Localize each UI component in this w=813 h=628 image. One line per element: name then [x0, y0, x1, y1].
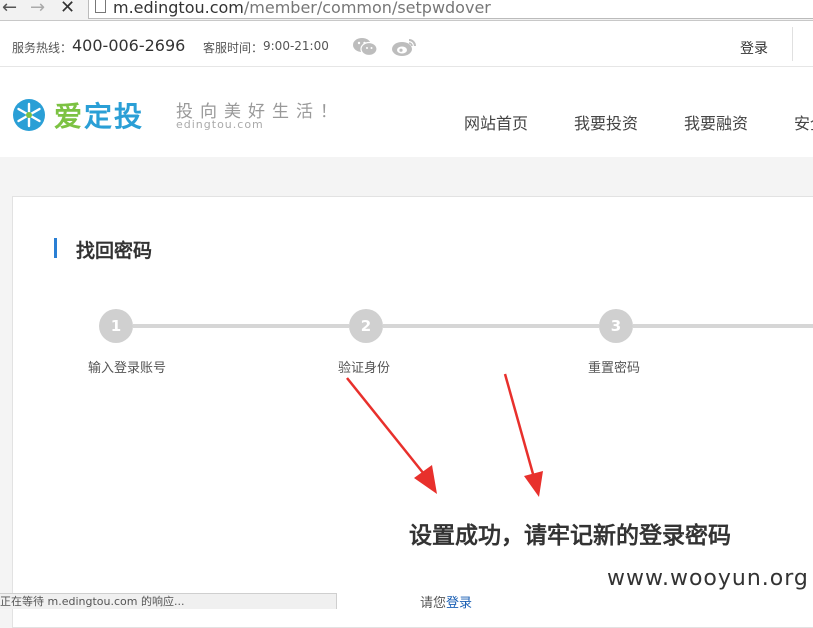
- logo-domain: edingtou.com: [176, 118, 264, 131]
- top-login-link[interactable]: 登录: [740, 38, 768, 58]
- logo-star-icon[interactable]: [12, 98, 46, 132]
- watermark: www.wooyun.org: [607, 566, 809, 591]
- url-path: /member/common/setpwdover: [243, 0, 491, 17]
- weibo-icon[interactable]: [391, 37, 417, 57]
- hotline-label: 服务热线：: [12, 41, 73, 55]
- forward-arrow-icon[interactable]: →: [30, 0, 45, 18]
- logo-wordmark-ai: 爱: [54, 100, 85, 133]
- logo-wordmark-rest: 定投: [84, 100, 145, 133]
- back-arrow-icon[interactable]: ←: [2, 0, 17, 18]
- address-bar[interactable]: m.edingtou.com/member/common/setpwdover: [88, 0, 813, 19]
- login-prompt-prefix: 请您: [420, 596, 447, 611]
- browser-toolbar: ← → ✕ m.edingtou.com/member/common/setpw…: [0, 0, 813, 21]
- hotline-number: 400-006-2696: [72, 36, 186, 55]
- service-hours-value: 9:00-21:00: [263, 39, 329, 53]
- wechat-icon[interactable]: [352, 37, 378, 57]
- site-header: 爱定投 投向美好生活！ edingtou.com 网站首页 我要投资 我要融资 …: [0, 67, 813, 157]
- topbar-divider: [792, 27, 793, 61]
- url-host: m.edingtou.com: [113, 0, 244, 17]
- title-accent-bar: [54, 238, 57, 258]
- nav-home[interactable]: 网站首页: [464, 110, 528, 134]
- step-3-label: 重置密码: [588, 361, 641, 376]
- step-connector-2: [383, 324, 599, 328]
- step-connector-3: [633, 324, 813, 328]
- step-3-circle: 3: [599, 309, 633, 343]
- browser-status-bar: 正在等待 m.edingtou.com 的响应...: [0, 593, 337, 609]
- address-url[interactable]: m.edingtou.com/member/common/setpwdover: [113, 0, 491, 17]
- nav-security[interactable]: 安全: [794, 110, 813, 134]
- success-message: 设置成功，请牢记新的登录密码: [409, 523, 731, 549]
- nav-invest[interactable]: 我要投资: [574, 110, 638, 134]
- top-info-bar: 服务热线： 400-006-2696 客服时间： 9:00-21:00 登录: [0, 21, 813, 67]
- page-document-icon: [95, 0, 106, 13]
- step-1-circle: 1: [99, 309, 133, 343]
- page-title: 找回密码: [76, 240, 153, 262]
- step-connector-1: [133, 324, 349, 328]
- logo-wordmark[interactable]: 爱定投: [54, 95, 144, 135]
- reset-password-panel: 找回密码 1 2 3 输入登录账号 验证身份 重置密码 设置成功，请牢记新的登录…: [12, 196, 813, 628]
- step-1-label: 输入登录账号: [88, 361, 167, 376]
- step-2-label: 验证身份: [338, 361, 391, 376]
- step-2-circle: 2: [349, 309, 383, 343]
- service-hours-label: 客服时间：: [203, 41, 264, 55]
- nav-financing[interactable]: 我要融资: [684, 110, 748, 134]
- login-prompt-link[interactable]: 登录: [446, 596, 472, 611]
- stop-loading-icon[interactable]: ✕: [60, 0, 75, 18]
- login-prompt: 请您登录: [420, 592, 472, 611]
